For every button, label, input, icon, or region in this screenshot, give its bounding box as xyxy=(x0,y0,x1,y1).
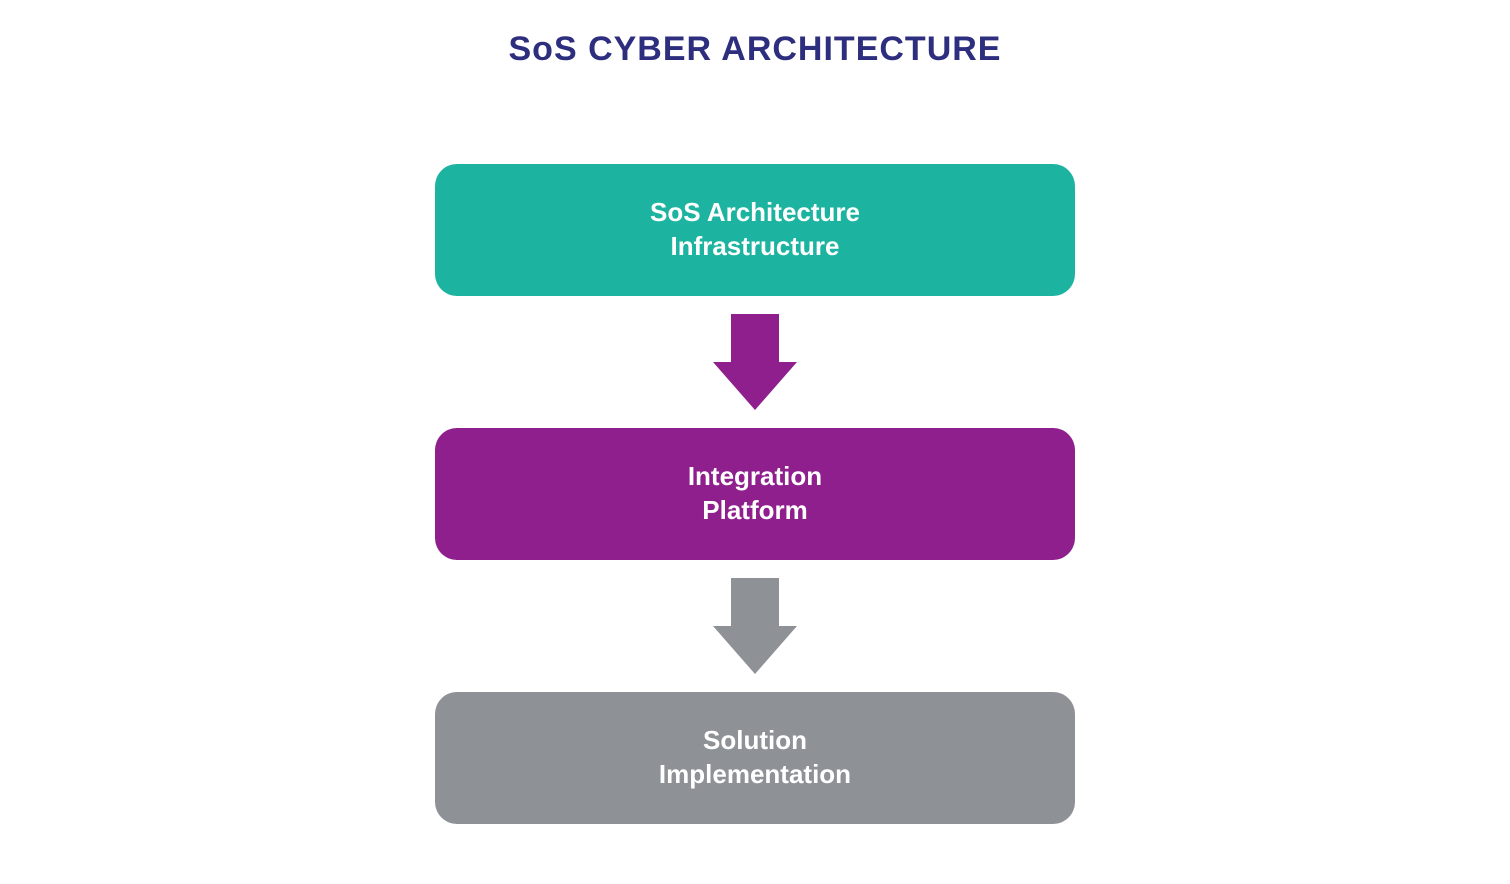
box-line2: Platform xyxy=(702,494,807,528)
box-integration-platform: Integration Platform xyxy=(435,428,1075,560)
box-sos-architecture: SoS Architecture Infrastructure xyxy=(435,164,1075,296)
diagram-title: SoS CYBER ARCHITECTURE xyxy=(509,30,1002,69)
box-line1: Solution xyxy=(703,724,807,758)
arrow-down-icon xyxy=(713,578,797,674)
box-line1: SoS Architecture xyxy=(650,196,860,230)
box-line2: Infrastructure xyxy=(670,230,839,264)
arrow-down-icon xyxy=(713,314,797,410)
box-solution-implementation: Solution Implementation xyxy=(435,692,1075,824)
box-line2: Implementation xyxy=(659,758,851,792)
flow-diagram: SoS Architecture Infrastructure Integrat… xyxy=(435,164,1075,824)
box-line1: Integration xyxy=(688,460,822,494)
